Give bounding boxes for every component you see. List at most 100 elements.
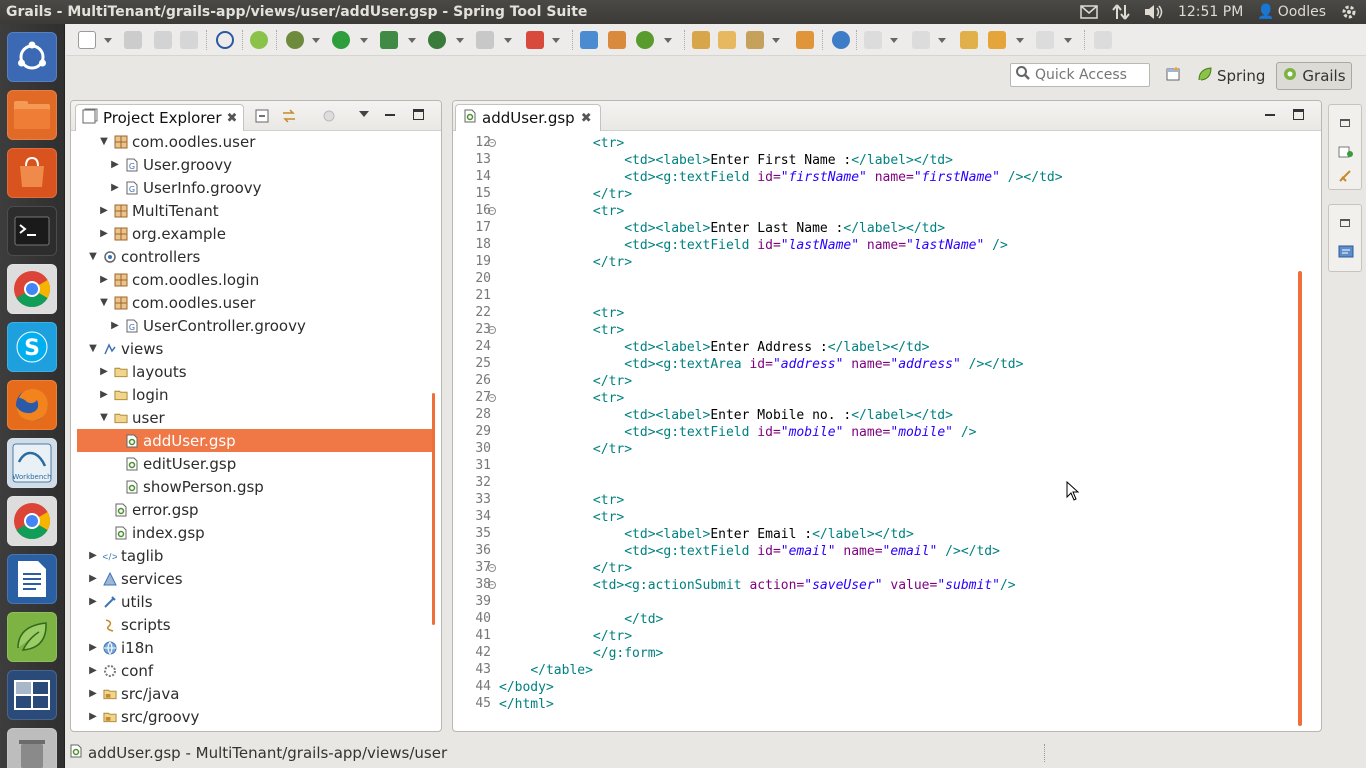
code-line[interactable]: <td><label>Enter First Name :</label></t… (499, 152, 953, 169)
edit-icon[interactable] (746, 31, 764, 49)
code-line[interactable]: </tr> (499, 628, 632, 645)
view-menu-icon[interactable] (359, 111, 369, 117)
collapsed-arrow-icon[interactable]: ▶ (87, 550, 99, 562)
debug-dropdown-icon[interactable] (312, 38, 320, 43)
code-line[interactable]: <tr> (499, 305, 624, 322)
maximize-icon[interactable] (1293, 109, 1304, 120)
code-line[interactable]: </tr> (499, 560, 632, 577)
code-line[interactable]: <tr> (499, 492, 624, 509)
tree-item[interactable]: ▶ utils (77, 590, 433, 613)
code-line[interactable]: <td><g:textField id="mobile" name="mobil… (499, 424, 976, 441)
collapsed-arrow-icon[interactable]: ▶ (109, 320, 121, 332)
tree-item[interactable]: ▶ i18n (77, 636, 433, 659)
code-line[interactable]: <td><label>Enter Email :</label></td> (499, 526, 914, 543)
tree-item[interactable]: ▶ com.oodles.login (77, 268, 433, 291)
code-line[interactable]: </body> (499, 679, 554, 696)
server-icon[interactable] (428, 31, 446, 49)
collapsed-arrow-icon[interactable]: ▶ (109, 159, 121, 171)
collapsed-arrow-icon[interactable]: ▶ (87, 573, 99, 585)
deploy-icon[interactable] (526, 31, 544, 49)
pin-editor-icon[interactable] (1094, 31, 1112, 49)
tree-item[interactable]: ▼ controllers (77, 245, 433, 268)
terminal-icon[interactable] (7, 206, 57, 256)
restore-icon[interactable] (1340, 219, 1350, 227)
open-perspective-button[interactable] (1160, 62, 1186, 90)
tasks-view-icon[interactable] (1338, 169, 1354, 187)
tree-item[interactable]: addUser.gsp (77, 429, 433, 452)
restore-icon[interactable] (1340, 119, 1350, 127)
tree-item[interactable]: ▶ layouts (77, 360, 433, 383)
tree-item[interactable]: ▶ G User.groovy (77, 153, 433, 176)
save-all-icon[interactable] (154, 31, 172, 49)
network-icon[interactable] (1112, 3, 1130, 21)
tree-item[interactable]: ▶ G UserController.groovy (77, 314, 433, 337)
tree-item[interactable]: ▶ src/groovy (77, 705, 433, 728)
collapsed-arrow-icon[interactable]: ▶ (87, 688, 99, 700)
expanded-arrow-icon[interactable]: ▼ (98, 297, 110, 309)
new-class-dropdown-icon[interactable] (664, 38, 672, 43)
tree-item[interactable]: scripts (77, 613, 433, 636)
stop-dropdown-icon[interactable] (504, 38, 512, 43)
collapsed-arrow-icon[interactable]: ▶ (98, 366, 110, 378)
chrome-icon-2[interactable] (7, 496, 57, 546)
tree-item[interactable]: ▶ conf (77, 659, 433, 682)
last-edit-icon[interactable] (960, 31, 978, 49)
fold-toggle-icon[interactable]: – (488, 581, 496, 589)
debug-icon[interactable] (286, 31, 304, 49)
tree-item[interactable]: ▶ G UserInfo.groovy (77, 176, 433, 199)
tree-item[interactable]: index.gsp (77, 521, 433, 544)
fold-toggle-icon[interactable]: – (488, 394, 496, 402)
expanded-arrow-icon[interactable]: ▼ (98, 136, 110, 148)
code-line[interactable]: </tr> (499, 441, 632, 458)
tree-item[interactable]: ▼ views (77, 337, 433, 360)
ubuntu-dash-icon[interactable] (7, 32, 57, 82)
code-line[interactable]: </tr> (499, 254, 632, 271)
expanded-arrow-icon[interactable]: ▼ (98, 412, 110, 424)
grails-perspective-button[interactable]: Grails (1276, 62, 1352, 90)
skype-icon[interactable]: S (7, 322, 57, 372)
code-line[interactable]: <tr> (499, 135, 624, 152)
code-line[interactable]: </td> (499, 611, 663, 628)
back-dropdown-icon[interactable] (1016, 38, 1024, 43)
edit-dropdown-icon[interactable] (772, 38, 780, 43)
quick-access-input[interactable] (1035, 67, 1147, 83)
open-folder-icon[interactable] (718, 31, 736, 49)
minimize-icon[interactable] (385, 114, 395, 116)
save-icon[interactable] (124, 31, 142, 49)
code-line[interactable]: </table> (499, 662, 593, 679)
collapsed-arrow-icon[interactable]: ▶ (98, 389, 110, 401)
outline-view-icon[interactable] (1338, 245, 1354, 263)
stop-icon[interactable] (476, 31, 494, 49)
collapse-all-icon[interactable] (255, 109, 271, 127)
tree-item[interactable]: ▼ com.oodles.user (77, 130, 433, 153)
editor-tab-adduser[interactable]: addUser.gsp ✖ (455, 104, 601, 131)
open-resource-icon[interactable] (796, 31, 814, 49)
expanded-arrow-icon[interactable]: ▼ (87, 251, 99, 263)
new-icon[interactable] (78, 31, 96, 49)
tree-item[interactable]: ▶ org.example (77, 222, 433, 245)
tree-item[interactable]: ▶ </> taglib (77, 544, 433, 567)
code-line[interactable]: <td><label>Enter Address :</label></td> (499, 339, 929, 356)
external-dropdown-icon[interactable] (408, 38, 416, 43)
prev-annotation-icon[interactable] (912, 31, 930, 49)
collapsed-arrow-icon[interactable]: ▶ (109, 182, 121, 194)
chrome-icon[interactable] (7, 264, 57, 314)
code-line[interactable]: </html> (499, 696, 554, 713)
back-icon[interactable] (988, 31, 1006, 49)
servers-view-icon[interactable] (1338, 145, 1354, 163)
spring-tool-suite-icon[interactable] (7, 612, 57, 662)
code-line[interactable]: <td><g:textField id="email" name="email"… (499, 543, 1000, 560)
fold-toggle-icon[interactable]: – (488, 326, 496, 334)
tree-item[interactable]: ▶ MultiTenant (77, 199, 433, 222)
close-icon[interactable]: ✖ (581, 111, 592, 126)
code-line[interactable]: </g:form> (499, 645, 663, 662)
code-line[interactable]: <td><g:textField id="lastName" name="las… (499, 237, 1008, 254)
editor-overview-ruler[interactable] (1298, 271, 1302, 726)
firefox-icon[interactable] (7, 380, 57, 430)
files-folder-icon[interactable] (7, 90, 57, 140)
libreoffice-writer-icon[interactable] (7, 554, 57, 604)
deploy-dropdown-icon[interactable] (552, 38, 560, 43)
collapsed-arrow-icon[interactable]: ▶ (87, 596, 99, 608)
tree-item[interactable]: ▼ user (77, 406, 433, 429)
collapsed-arrow-icon[interactable]: ▶ (87, 665, 99, 677)
